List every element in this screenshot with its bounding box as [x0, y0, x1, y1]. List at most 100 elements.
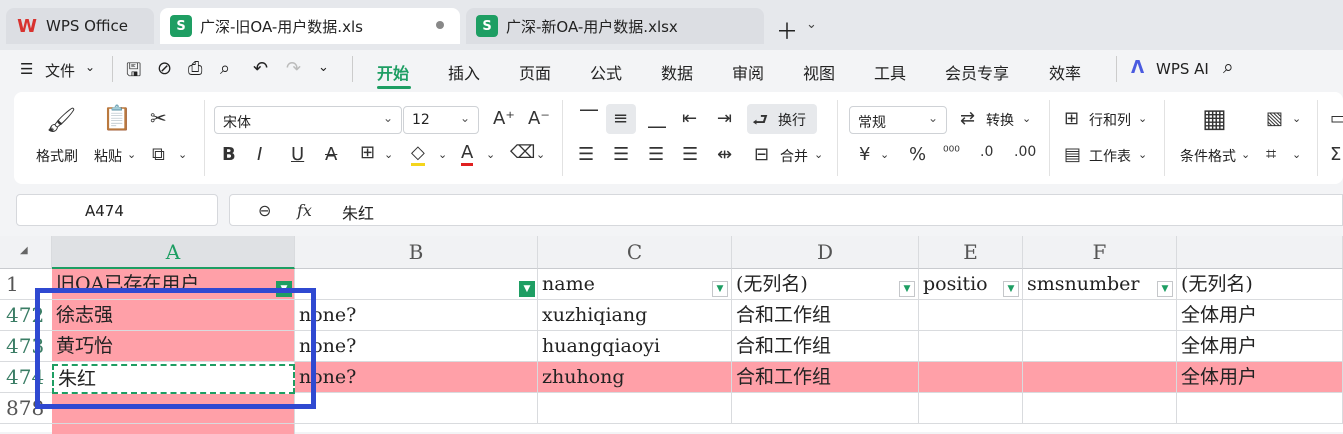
italic-icon[interactable]: I [257, 144, 262, 165]
chevron-down-icon[interactable]: ⌄ [1022, 112, 1031, 125]
chevron-down-icon[interactable]: ⌄ [318, 60, 329, 75]
chevron-down-icon[interactable]: ⌄ [85, 60, 95, 74]
rows-cols-label[interactable]: 行和列 [1089, 110, 1131, 130]
filter-dropdown-icon[interactable]: ▼ [1157, 281, 1173, 297]
align-bottom-icon[interactable]: ⎽ [648, 108, 666, 129]
font-family-select[interactable]: 宋体 ⌄ [214, 106, 402, 134]
wps-ai-icon[interactable]: ᐱ [1131, 58, 1144, 78]
menu-insert[interactable]: 插入 [448, 60, 480, 84]
table-cell[interactable] [1023, 362, 1177, 393]
header-cell[interactable] [295, 269, 538, 300]
table-cell[interactable] [1023, 331, 1177, 362]
convert-icon[interactable]: ⇄ [960, 108, 975, 129]
tab-wps-home[interactable]: W WPS Office [6, 8, 154, 44]
new-tab-plus-icon[interactable]: ＋ [776, 14, 798, 46]
chevron-down-icon[interactable]: ⌄ [806, 17, 817, 32]
redo-icon[interactable]: ↷ [286, 58, 301, 79]
border-icon[interactable]: ⊞ [360, 142, 375, 163]
menu-efficiency[interactable]: 效率 [1049, 60, 1081, 84]
filter-dropdown-icon[interactable]: ▼ [1003, 281, 1019, 297]
decrease-decimal-icon[interactable]: .00 [1014, 144, 1036, 160]
header-cell[interactable]: (无列名) [732, 269, 919, 300]
chevron-down-icon[interactable]: ⌄ [1138, 148, 1147, 161]
conditional-format-label[interactable]: 条件格式 [1180, 146, 1236, 166]
table-cell[interactable] [1023, 300, 1177, 331]
header-cell[interactable]: (无列名) [1177, 269, 1343, 300]
tab-new-oa-file[interactable]: S 广深-新OA-用户数据.xlsx [466, 8, 764, 44]
number-format-select[interactable]: 常规 ⌄ [849, 106, 947, 134]
table-cell[interactable]: 全体用户 [1177, 300, 1343, 331]
fill-handle-icon[interactable]: ⌗ [1266, 144, 1276, 165]
column-header-d[interactable]: D [732, 236, 919, 269]
align-left-icon[interactable]: ☰ [578, 144, 594, 165]
copy-icon[interactable]: ⧉ [152, 144, 165, 165]
tab-old-oa-file[interactable]: S 广深-旧OA-用户数据.xls [160, 8, 460, 44]
formula-value[interactable]: 朱红 [342, 200, 374, 224]
format-painter-icon[interactable]: 🖌 [46, 106, 76, 134]
menu-page[interactable]: 页面 [519, 60, 551, 84]
table-cell[interactable]: 全体用户 [1177, 331, 1343, 362]
formula-bar[interactable]: ⊖ fx 朱红 [229, 194, 1343, 226]
table-cell[interactable] [919, 362, 1023, 393]
header-cell[interactable]: smsnumber [1023, 269, 1177, 300]
save-icon[interactable]: 🖫 [126, 58, 141, 88]
chevron-down-icon[interactable]: ⌄ [486, 148, 495, 161]
eraser-icon[interactable]: ⌫ [510, 142, 535, 163]
worksheet-label[interactable]: 工作表 [1089, 146, 1131, 166]
search-icon[interactable]: ⌕ [1223, 56, 1234, 78]
column-header-g[interactable] [1177, 236, 1343, 269]
chevron-down-icon[interactable]: ⌄ [384, 148, 393, 161]
chevron-down-icon[interactable]: ⌄ [127, 148, 136, 161]
filter-active-icon[interactable]: ▼ [519, 281, 535, 297]
filter-dropdown-icon[interactable]: ▼ [712, 281, 728, 297]
table-cell[interactable]: none? [295, 300, 538, 331]
table-cell[interactable]: 合和工作组 [732, 300, 919, 331]
table-cell[interactable] [52, 424, 295, 434]
font-color-icon[interactable]: A [461, 142, 474, 166]
merge-label[interactable]: 合并 [780, 146, 808, 166]
table-cell[interactable] [919, 300, 1023, 331]
wps-ai-button[interactable]: WPS AI [1156, 60, 1209, 78]
column-header-b[interactable]: B [295, 236, 538, 269]
menu-view[interactable]: 视图 [803, 60, 835, 84]
column-header-e[interactable]: E [919, 236, 1023, 269]
format-painter-label[interactable]: 格式刷 [36, 146, 78, 166]
increase-font-icon[interactable]: A⁺ [493, 108, 515, 129]
select-all-corner[interactable]: ◢ [0, 236, 52, 269]
table-cell[interactable] [538, 393, 732, 424]
indent-increase-icon[interactable]: ⇥ [717, 108, 732, 129]
chevron-down-icon[interactable]: ⌄ [178, 148, 187, 161]
menu-data[interactable]: 数据 [661, 60, 693, 84]
justify-icon[interactable]: ☰ [682, 144, 698, 165]
menu-tools[interactable]: 工具 [874, 60, 906, 84]
table-cell[interactable]: huangqiaoyi [538, 331, 732, 362]
chevron-down-icon[interactable]: ⌄ [1292, 112, 1301, 125]
increase-decimal-icon[interactable]: .0 [980, 144, 993, 160]
header-cell[interactable]: name [538, 269, 732, 300]
hamburger-menu-icon[interactable]: ☰ [20, 60, 33, 78]
print-preview-icon[interactable]: ⌕ [220, 58, 230, 79]
currency-icon[interactable]: ¥ [859, 144, 870, 165]
name-box[interactable]: A474 ⌄ [16, 194, 218, 226]
chevron-down-icon[interactable]: ⌄ [814, 148, 823, 161]
chevron-down-icon[interactable]: ⌄ [536, 148, 545, 161]
table-cell[interactable] [1023, 393, 1177, 424]
indent-decrease-icon[interactable]: ⇤ [682, 108, 697, 129]
merge-icon[interactable]: ⊟ [754, 144, 769, 165]
underline-icon[interactable]: U [291, 144, 304, 165]
distributed-icon[interactable]: ⇹ [717, 144, 732, 165]
table-cell[interactable] [1177, 393, 1343, 424]
chevron-down-icon[interactable]: ⌄ [1241, 148, 1250, 161]
table-cell[interactable]: none? [295, 331, 538, 362]
column-header-a[interactable]: A [52, 236, 295, 269]
sum-icon[interactable]: Σ [1330, 144, 1341, 165]
menu-review[interactable]: 审阅 [732, 60, 764, 84]
table-cell[interactable] [732, 393, 919, 424]
chevron-down-icon[interactable]: ⌄ [1292, 148, 1301, 161]
align-right-icon[interactable]: ☰ [648, 144, 664, 165]
table-cell[interactable] [295, 393, 538, 424]
menu-member[interactable]: 会员专享 [945, 60, 1009, 84]
chevron-down-icon[interactable]: ⌄ [880, 148, 889, 161]
undo-icon[interactable]: ↶ [253, 58, 268, 79]
align-top-icon[interactable]: ⎺ [580, 108, 598, 129]
